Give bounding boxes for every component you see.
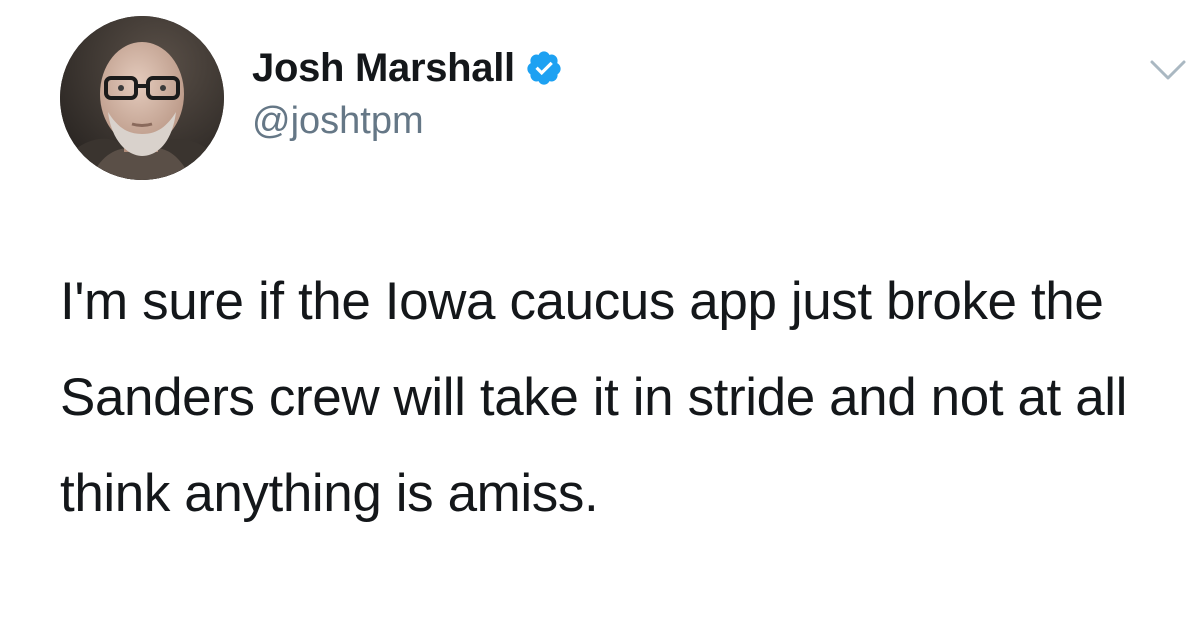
verified-badge-icon <box>525 49 563 87</box>
profile-photo-icon <box>60 16 224 180</box>
tweet-text: I'm sure if the Iowa caucus app just bro… <box>60 272 1142 523</box>
author-name-row: Josh Marshall <box>252 42 563 94</box>
display-name[interactable]: Josh Marshall <box>252 46 515 91</box>
chevron-down-icon[interactable] <box>1148 56 1188 84</box>
author-handle[interactable]: @joshtpm <box>252 100 424 143</box>
tweet-card: Josh Marshall @joshtpm I'm sure if the I… <box>0 0 1192 636</box>
avatar[interactable] <box>60 16 224 180</box>
